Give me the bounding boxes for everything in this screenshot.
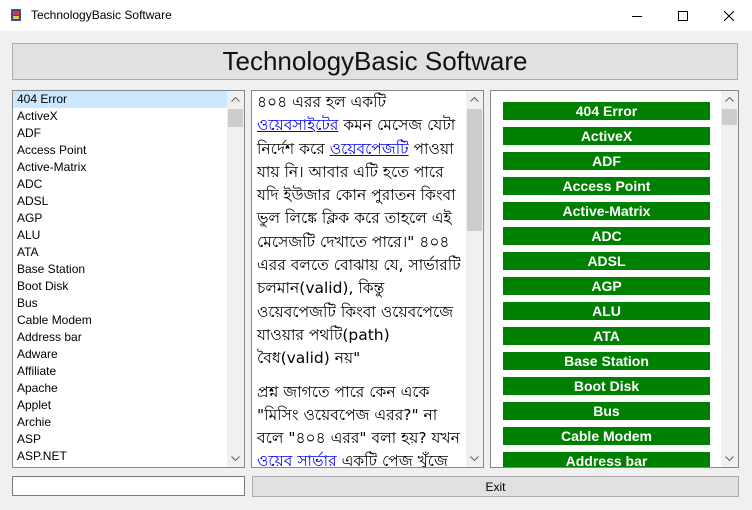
list-item[interactable]: Boot Disk: [13, 278, 227, 295]
article-text-run: একটি পেজ খুঁজে: [336, 452, 448, 468]
topic-button[interactable]: ATA: [503, 327, 710, 345]
list-item[interactable]: Cable Modem: [13, 312, 227, 329]
list-item[interactable]: 404 Error: [13, 91, 227, 108]
list-item[interactable]: Applet: [13, 397, 227, 414]
topic-button[interactable]: Address bar: [503, 452, 710, 467]
minimize-button[interactable]: [614, 0, 660, 31]
article-text-run: ৪০৪ এরর হল একটি: [257, 93, 387, 111]
topic-button[interactable]: Boot Disk: [503, 377, 710, 395]
list-item[interactable]: Active-Matrix: [13, 159, 227, 176]
list-item[interactable]: Apache: [13, 380, 227, 397]
topic-listbox[interactable]: 404 Error ActiveX ADF Access Point Active-Ma…: [12, 90, 245, 468]
article-paragraph-2: প্রশ্ন জাগতে পারে কেন একে "মিসিং ওয়েবপে…: [257, 381, 463, 468]
left-scroll-thumb[interactable]: [228, 109, 243, 127]
list-item[interactable]: ADSL: [13, 193, 227, 210]
title-bar: TechnologyBasic Software: [0, 0, 752, 31]
list-item[interactable]: ADC: [13, 176, 227, 193]
scroll-down-arrow-icon[interactable]: [227, 450, 244, 467]
close-button[interactable]: [706, 0, 752, 31]
list-item[interactable]: ATA: [13, 244, 227, 261]
button-scrollbar[interactable]: [721, 91, 738, 467]
topic-button[interactable]: Access Point: [503, 177, 710, 195]
web-server-link[interactable]: ওয়েব সার্ভার: [257, 452, 337, 467]
page-title: TechnologyBasic Software: [222, 46, 528, 76]
button-scroll-thumb[interactable]: [722, 109, 737, 125]
topic-button[interactable]: Bus: [503, 402, 710, 420]
scroll-down-arrow-icon[interactable]: [721, 450, 738, 467]
topic-button[interactable]: ADSL: [503, 252, 710, 270]
topic-button[interactable]: Active-Matrix: [503, 202, 710, 220]
topic-button[interactable]: ADF: [503, 152, 710, 170]
exit-button-label: Exit: [485, 479, 506, 494]
maximize-icon: [678, 10, 688, 21]
topic-button[interactable]: ADC: [503, 227, 710, 245]
article-text-run: প্রশ্ন জাগতে পারে কেন একে "মিসিং ওয়েবপে…: [257, 382, 460, 448]
scroll-up-arrow-icon[interactable]: [227, 91, 244, 108]
close-icon: [724, 10, 734, 21]
topic-button-panel[interactable]: 404 Error ActiveX ADF Access Point Active-Ma…: [490, 90, 739, 468]
webpage-link[interactable]: ওয়েবপেজটি: [330, 140, 409, 158]
list-item[interactable]: Address bar: [13, 329, 227, 346]
list-item[interactable]: Bus: [13, 295, 227, 312]
list-item[interactable]: Affiliate: [13, 363, 227, 380]
list-item[interactable]: Base Station: [13, 261, 227, 278]
list-item[interactable]: AGP: [13, 210, 227, 227]
window-title: TechnologyBasic Software: [31, 8, 172, 22]
list-item[interactable]: Archie: [13, 414, 227, 431]
website-link[interactable]: ওয়েবসাইটের: [257, 116, 338, 134]
list-item[interactable]: ASP.NET: [13, 448, 227, 465]
list-item[interactable]: ASP: [13, 431, 227, 448]
app-icon: [11, 9, 21, 21]
left-scrollbar[interactable]: [227, 91, 244, 467]
minimize-icon: [632, 15, 642, 17]
search-input[interactable]: [12, 476, 245, 496]
topic-button[interactable]: Cable Modem: [503, 427, 710, 445]
article-paragraph-1: ৪০৪ এরর হল একটি ওয়েবসাইটের কমন মেসেজ যে…: [257, 91, 463, 371]
scroll-down-arrow-icon[interactable]: [466, 450, 483, 467]
maximize-button[interactable]: [660, 0, 706, 31]
topic-button[interactable]: Base Station: [503, 352, 710, 370]
list-item[interactable]: ALU: [13, 227, 227, 244]
topic-button[interactable]: ALU: [503, 302, 710, 320]
list-item[interactable]: Access Point: [13, 142, 227, 159]
article-scroll-thumb[interactable]: [467, 109, 482, 231]
list-item[interactable]: Adware: [13, 346, 227, 363]
list-item[interactable]: ActiveX: [13, 108, 227, 125]
list-item[interactable]: ADF: [13, 125, 227, 142]
article-panel[interactable]: ৪০৪ এরর হল একটি ওয়েবসাইটের কমন মেসেজ যে…: [251, 90, 484, 468]
topic-button[interactable]: AGP: [503, 277, 710, 295]
topic-button[interactable]: 404 Error: [503, 102, 710, 120]
exit-button[interactable]: Exit: [252, 476, 739, 497]
topic-list: 404 Error ActiveX ADF Access Point Active-Ma…: [13, 91, 227, 465]
topic-button-list: 404 Error ActiveX ADF Access Point Active-Ma…: [503, 102, 710, 467]
article-text: ৪০৪ এরর হল একটি ওয়েবসাইটের কমন মেসেজ যে…: [257, 91, 463, 468]
article-scrollbar[interactable]: [466, 91, 483, 467]
header-banner: TechnologyBasic Software: [12, 43, 738, 80]
article-text-run: পাওয়া যায় নি। আবার এটি হতে পারে যদি ইউ…: [257, 139, 461, 368]
topic-button[interactable]: ActiveX: [503, 127, 710, 145]
scroll-up-arrow-icon[interactable]: [466, 91, 483, 108]
scroll-up-arrow-icon[interactable]: [721, 91, 738, 108]
